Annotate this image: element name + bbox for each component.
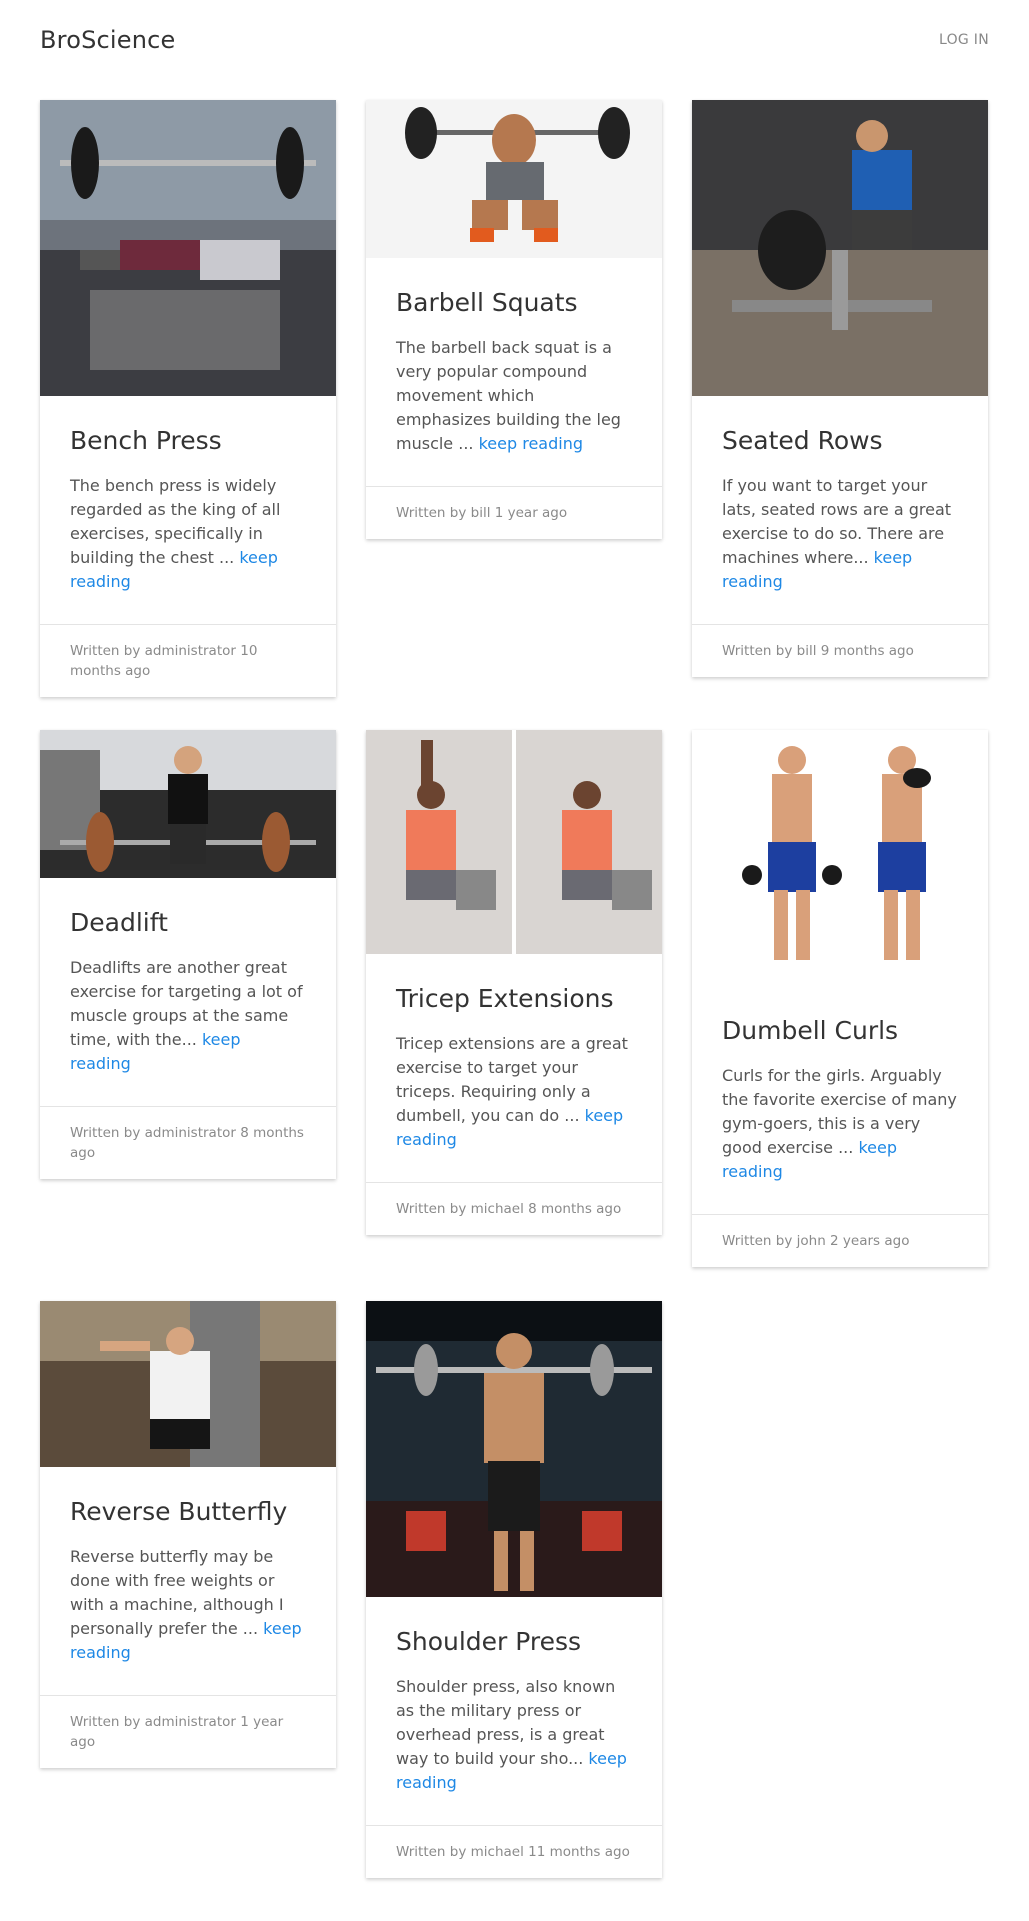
tricep-extension-photo[interactable] xyxy=(366,730,662,954)
barbell-squat-photo[interactable] xyxy=(366,100,662,258)
post-card: Shoulder Press Shoulder press, also know… xyxy=(366,1301,662,1878)
post-excerpt: Tricep extensions are a great exercise t… xyxy=(396,1034,628,1149)
post-excerpt: The barbell back squat is a very popular… xyxy=(396,338,621,453)
post-meta: Written by bill 1 year ago xyxy=(366,486,662,539)
keep-reading-link[interactable]: keep reading xyxy=(479,434,583,453)
reverse-butterfly-photo[interactable] xyxy=(40,1301,336,1467)
post-card: Deadlift Deadlifts are another great exe… xyxy=(40,730,336,1179)
post-title[interactable]: Shoulder Press xyxy=(396,1627,632,1657)
post-title[interactable]: Deadlift xyxy=(70,908,306,938)
post-excerpt: Curls for the girls. Arguably the favori… xyxy=(722,1066,957,1181)
post-card: Dumbell Curls Curls for the girls. Argua… xyxy=(692,730,988,1267)
post-excerpt: Reverse butterfly may be done with free … xyxy=(70,1547,302,1662)
dumbbell-curl-photo[interactable] xyxy=(692,730,988,986)
post-title[interactable]: Seated Rows xyxy=(722,426,958,456)
post-title[interactable]: Reverse Butterfly xyxy=(70,1497,306,1527)
post-card: Seated Rows If you want to target your l… xyxy=(692,100,988,677)
post-meta: Written by michael 8 months ago xyxy=(366,1182,662,1235)
seated-row-photo[interactable] xyxy=(692,100,988,396)
post-excerpt: Deadlifts are another great exercise for… xyxy=(70,958,303,1073)
brand-logo[interactable]: BroScience xyxy=(40,26,176,54)
post-meta: Written by bill 9 months ago xyxy=(692,624,988,677)
login-link[interactable]: LOG IN xyxy=(939,32,989,48)
post-excerpt: The bench press is widely regarded as th… xyxy=(70,476,281,591)
post-title[interactable]: Tricep Extensions xyxy=(396,984,632,1014)
deadlift-photo[interactable] xyxy=(40,730,336,878)
post-title[interactable]: Dumbell Curls xyxy=(722,1016,958,1046)
post-card: Tricep Extensions Tricep extensions are … xyxy=(366,730,662,1235)
bench-press-photo[interactable] xyxy=(40,100,336,396)
post-meta: Written by michael 11 months ago xyxy=(366,1825,662,1878)
site-header: BroScience LOG IN xyxy=(0,0,1029,80)
post-meta: Written by administrator 10 months ago xyxy=(40,624,336,697)
post-card: Bench Press The bench press is widely re… xyxy=(40,100,336,697)
post-excerpt: If you want to target your lats, seated … xyxy=(722,476,952,591)
post-excerpt: Shoulder press, also known as the milita… xyxy=(396,1677,627,1792)
post-meta: Written by administrator 8 months ago xyxy=(40,1106,336,1179)
post-card: Reverse Butterfly Reverse butterfly may … xyxy=(40,1301,336,1768)
post-card: Barbell Squats The barbell back squat is… xyxy=(366,100,662,539)
post-meta: Written by administrator 1 year ago xyxy=(40,1695,336,1768)
post-title[interactable]: Barbell Squats xyxy=(396,288,632,318)
post-title[interactable]: Bench Press xyxy=(70,426,306,456)
post-meta: Written by john 2 years ago xyxy=(692,1214,988,1267)
shoulder-press-photo[interactable] xyxy=(366,1301,662,1597)
